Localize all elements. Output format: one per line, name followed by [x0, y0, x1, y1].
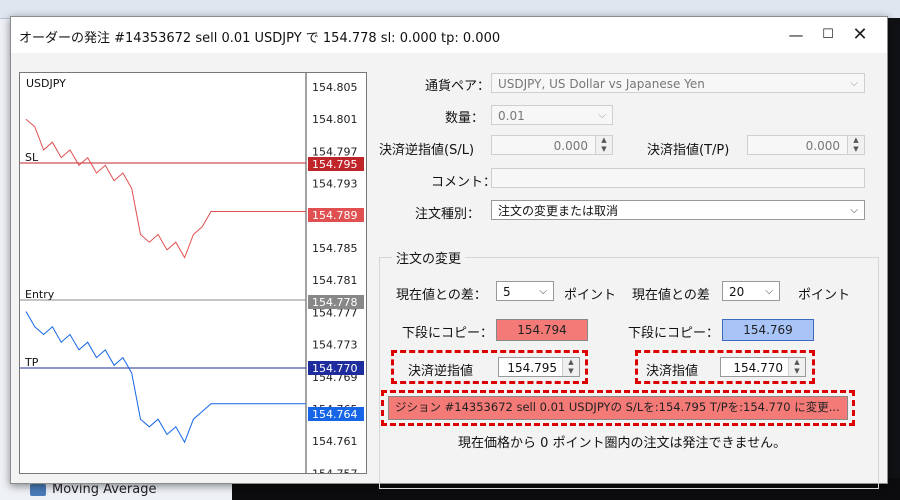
- entry-price-tag-text: 154.778: [312, 296, 358, 309]
- title-bar: オーダーの発注 #14353672 sell 0.01 USDJPY で 154…: [11, 17, 887, 53]
- price-axis-label: 154.801: [312, 113, 358, 126]
- tp-value: 0.000: [805, 139, 840, 153]
- new-tp-value: 154.770: [733, 361, 783, 375]
- tp-price-tag-text: 154.770: [312, 362, 358, 375]
- volume-value: 0.01: [498, 109, 525, 123]
- chart-svg: USDJPY 154.805 154.801 154.797 154.793 154.7…: [20, 73, 364, 473]
- entry-line-label: Entry: [25, 288, 55, 301]
- price-axis-label: 154.773: [312, 339, 358, 352]
- navigator-moving-average[interactable]: Moving Average: [30, 482, 230, 500]
- sl-label: 決済逆指値(S/L): [379, 143, 475, 158]
- sl-spinner[interactable]: ▲ ▼: [595, 136, 612, 154]
- sl-value: 0.000: [553, 139, 588, 153]
- bid-price-line: [25, 118, 306, 259]
- ask-price-tag-text: 154.764: [312, 408, 358, 421]
- close-icon[interactable]: ✕: [845, 23, 875, 47]
- new-sl-input[interactable]: 154.795 ▲ ▼: [498, 357, 580, 377]
- sl-line-label: SL: [25, 151, 39, 164]
- price-axis-label: 154.797: [312, 145, 358, 158]
- new-tp-label: 決済指値: [646, 364, 699, 379]
- diff-label-right: 現在値との差: [632, 288, 710, 303]
- chevron-down-icon: ⌵: [850, 78, 858, 89]
- volume-select[interactable]: 0.01 ⌵: [491, 105, 613, 125]
- tp-input[interactable]: 0.000 ▲ ▼: [747, 135, 865, 155]
- copy-tp-button[interactable]: 154.769: [722, 319, 814, 341]
- diff-left-value: 5: [503, 285, 511, 299]
- copy-label-right: 下段にコピー：: [628, 326, 720, 341]
- new-tp-spinner[interactable]: ▲ ▼: [788, 358, 805, 376]
- copy-label-left: 下段にコピー：: [402, 326, 494, 341]
- modify-order-button[interactable]: ジション #14353672 sell 0.01 USDJPYの S/Lを:15…: [388, 396, 848, 420]
- price-axis-label: 154.761: [312, 435, 358, 448]
- new-sl-spinner[interactable]: ▲ ▼: [562, 358, 579, 376]
- copy-sl-button[interactable]: 154.794: [496, 319, 588, 341]
- minimize-icon[interactable]: —: [781, 23, 811, 47]
- tp-label: 決済指値(T/P): [647, 143, 730, 158]
- currency-pair-label: 通貨ペア：: [425, 79, 491, 94]
- chevron-down-icon: ⌵: [598, 110, 606, 121]
- tp-line-label: TP: [24, 356, 39, 369]
- diff-left-select[interactable]: 5 ⌵: [496, 281, 554, 301]
- points-left-label: ポイント: [564, 288, 617, 303]
- currency-pair-select[interactable]: USDJPY, US Dollar vs Japanese Yen ⌵: [491, 73, 865, 93]
- notice-text: 現在価格から 0 ポイント圏内の注文は発注できません。: [458, 436, 787, 451]
- tp-spinner[interactable]: ▲ ▼: [847, 136, 864, 154]
- chevron-down-icon: ⌵: [850, 205, 858, 216]
- order-form: 通貨ペア： USDJPY, US Dollar vs Japanese Yen ⌵…: [371, 57, 887, 489]
- sl-input[interactable]: 0.000 ▲ ▼: [491, 135, 613, 155]
- new-tp-input[interactable]: 154.770 ▲ ▼: [720, 357, 806, 377]
- price-chart: USDJPY 154.805 154.801 154.797 154.793 154.7…: [19, 72, 367, 474]
- chart-symbol: USDJPY: [26, 77, 66, 90]
- chevron-down-icon: ⌵: [765, 286, 773, 297]
- sl-price-tag-text: 154.795: [312, 158, 358, 171]
- background-chart-edge: [886, 18, 900, 500]
- moving-average-label: Moving Average: [52, 482, 157, 497]
- new-sl-label: 決済逆指値: [408, 364, 474, 379]
- comment-label: コメント：: [431, 175, 497, 190]
- price-axis-label: 154.805: [312, 81, 358, 94]
- bid-price-tag-text: 154.789: [312, 209, 358, 222]
- ask-price-line: [25, 311, 306, 444]
- currency-pair-value: USDJPY, US Dollar vs Japanese Yen: [498, 77, 705, 91]
- maximize-icon[interactable]: ☐: [813, 23, 843, 47]
- modify-order-group: 注文の変更 現在値との差： 5 ⌵ ポイント 現在値との差 20 ⌵ ポイント 下段…: [379, 248, 879, 489]
- diff-label-left: 現在値との差：: [396, 288, 487, 303]
- order-dialog: オーダーの発注 #14353672 sell 0.01 USDJPY で 154…: [10, 16, 888, 489]
- order-type-label: 注文種別：: [415, 207, 481, 222]
- price-axis-label: 154.781: [312, 274, 358, 287]
- chevron-down-icon: ⌵: [539, 286, 547, 297]
- price-axis-label: 154.785: [312, 242, 358, 255]
- order-type-value: 注文の変更または取消: [498, 204, 619, 218]
- price-axis-label: 154.757: [312, 467, 358, 473]
- diff-right-select[interactable]: 20 ⌵: [722, 281, 780, 301]
- dialog-title: オーダーの発注 #14353672 sell 0.01 USDJPY で 154…: [19, 31, 501, 46]
- price-axis-label: 154.793: [312, 178, 358, 191]
- comment-input[interactable]: [491, 168, 865, 188]
- order-type-select[interactable]: 注文の変更または取消 ⌵: [491, 200, 865, 220]
- volume-label: 数量：: [445, 111, 485, 126]
- modify-order-group-title: 注文の変更: [392, 248, 466, 267]
- new-sl-value: 154.795: [507, 361, 557, 375]
- indicator-icon: [30, 483, 46, 496]
- points-right-label: ポイント: [798, 288, 851, 303]
- diff-right-value: 20: [729, 285, 745, 299]
